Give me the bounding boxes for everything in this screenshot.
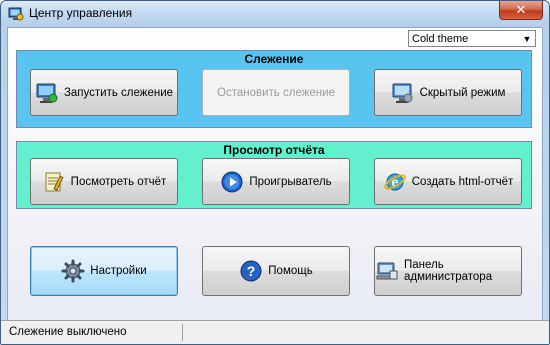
- play-icon: [221, 171, 243, 192]
- view-report-label: Посмотреть отчёт: [70, 175, 167, 188]
- hidden-mode-label: Скрытый режим: [419, 86, 506, 99]
- gear-icon: [61, 259, 85, 283]
- report-notepad-icon: [45, 172, 64, 191]
- close-icon: ✕: [515, 2, 527, 17]
- stop-tracking-button[interactable]: Остановить слежение: [202, 69, 350, 116]
- report-group-title: Просмотр отчёта: [223, 143, 325, 157]
- client-area: Cold theme ▼ Слежение Запустить слежение…: [7, 27, 543, 321]
- svg-text:?: ?: [247, 263, 256, 279]
- app-icon: [8, 7, 24, 21]
- tracking-group: Слежение Запустить слежение Остановить с…: [16, 50, 532, 128]
- chevron-down-icon: ▼: [522, 34, 532, 44]
- hidden-mode-button[interactable]: Скрытый режим: [374, 69, 522, 116]
- monitor-start-icon: [36, 83, 58, 103]
- internet-explorer-icon: e: [384, 173, 406, 190]
- help-label: Помощь: [268, 265, 313, 277]
- start-tracking-button[interactable]: Запустить слежение: [30, 69, 178, 116]
- start-tracking-label: Запустить слежение: [63, 86, 174, 99]
- create-html-report-label: Создать html-отчёт: [411, 175, 514, 188]
- view-report-button[interactable]: Посмотреть отчёт: [30, 158, 178, 205]
- player-button[interactable]: Проигрыватель: [202, 158, 350, 205]
- title-bar[interactable]: Центр управления ✕: [1, 1, 549, 27]
- help-button[interactable]: ? Помощь: [202, 246, 350, 296]
- window-title: Центр управления: [29, 6, 133, 20]
- settings-label: Настройки: [90, 265, 147, 277]
- create-html-report-button[interactable]: e Создать html-отчёт: [374, 158, 522, 205]
- close-button[interactable]: ✕: [499, 1, 543, 20]
- admin-panel-label: Панель администратора: [404, 259, 493, 283]
- stop-tracking-label: Остановить слежение: [217, 86, 335, 99]
- tracking-group-title: Слежение: [244, 52, 304, 66]
- admin-panel-button[interactable]: Панель администратора: [374, 246, 522, 296]
- monitor-hidden-icon: [392, 83, 413, 103]
- status-bar: Слежение выключено: [1, 320, 549, 344]
- player-label: Проигрыватель: [249, 175, 332, 188]
- theme-select-value: Cold theme: [412, 33, 469, 45]
- report-group: Просмотр отчёта Посмотреть отчёт Проигры…: [16, 141, 532, 209]
- settings-button[interactable]: Настройки: [30, 246, 178, 296]
- admin-computer-icon: [376, 262, 398, 280]
- status-text: Слежение выключено: [3, 324, 183, 341]
- help-question-icon: ?: [240, 260, 262, 282]
- main-window: Центр управления ✕ Cold theme ▼ Слежение…: [0, 0, 550, 345]
- theme-select[interactable]: Cold theme ▼: [408, 30, 536, 47]
